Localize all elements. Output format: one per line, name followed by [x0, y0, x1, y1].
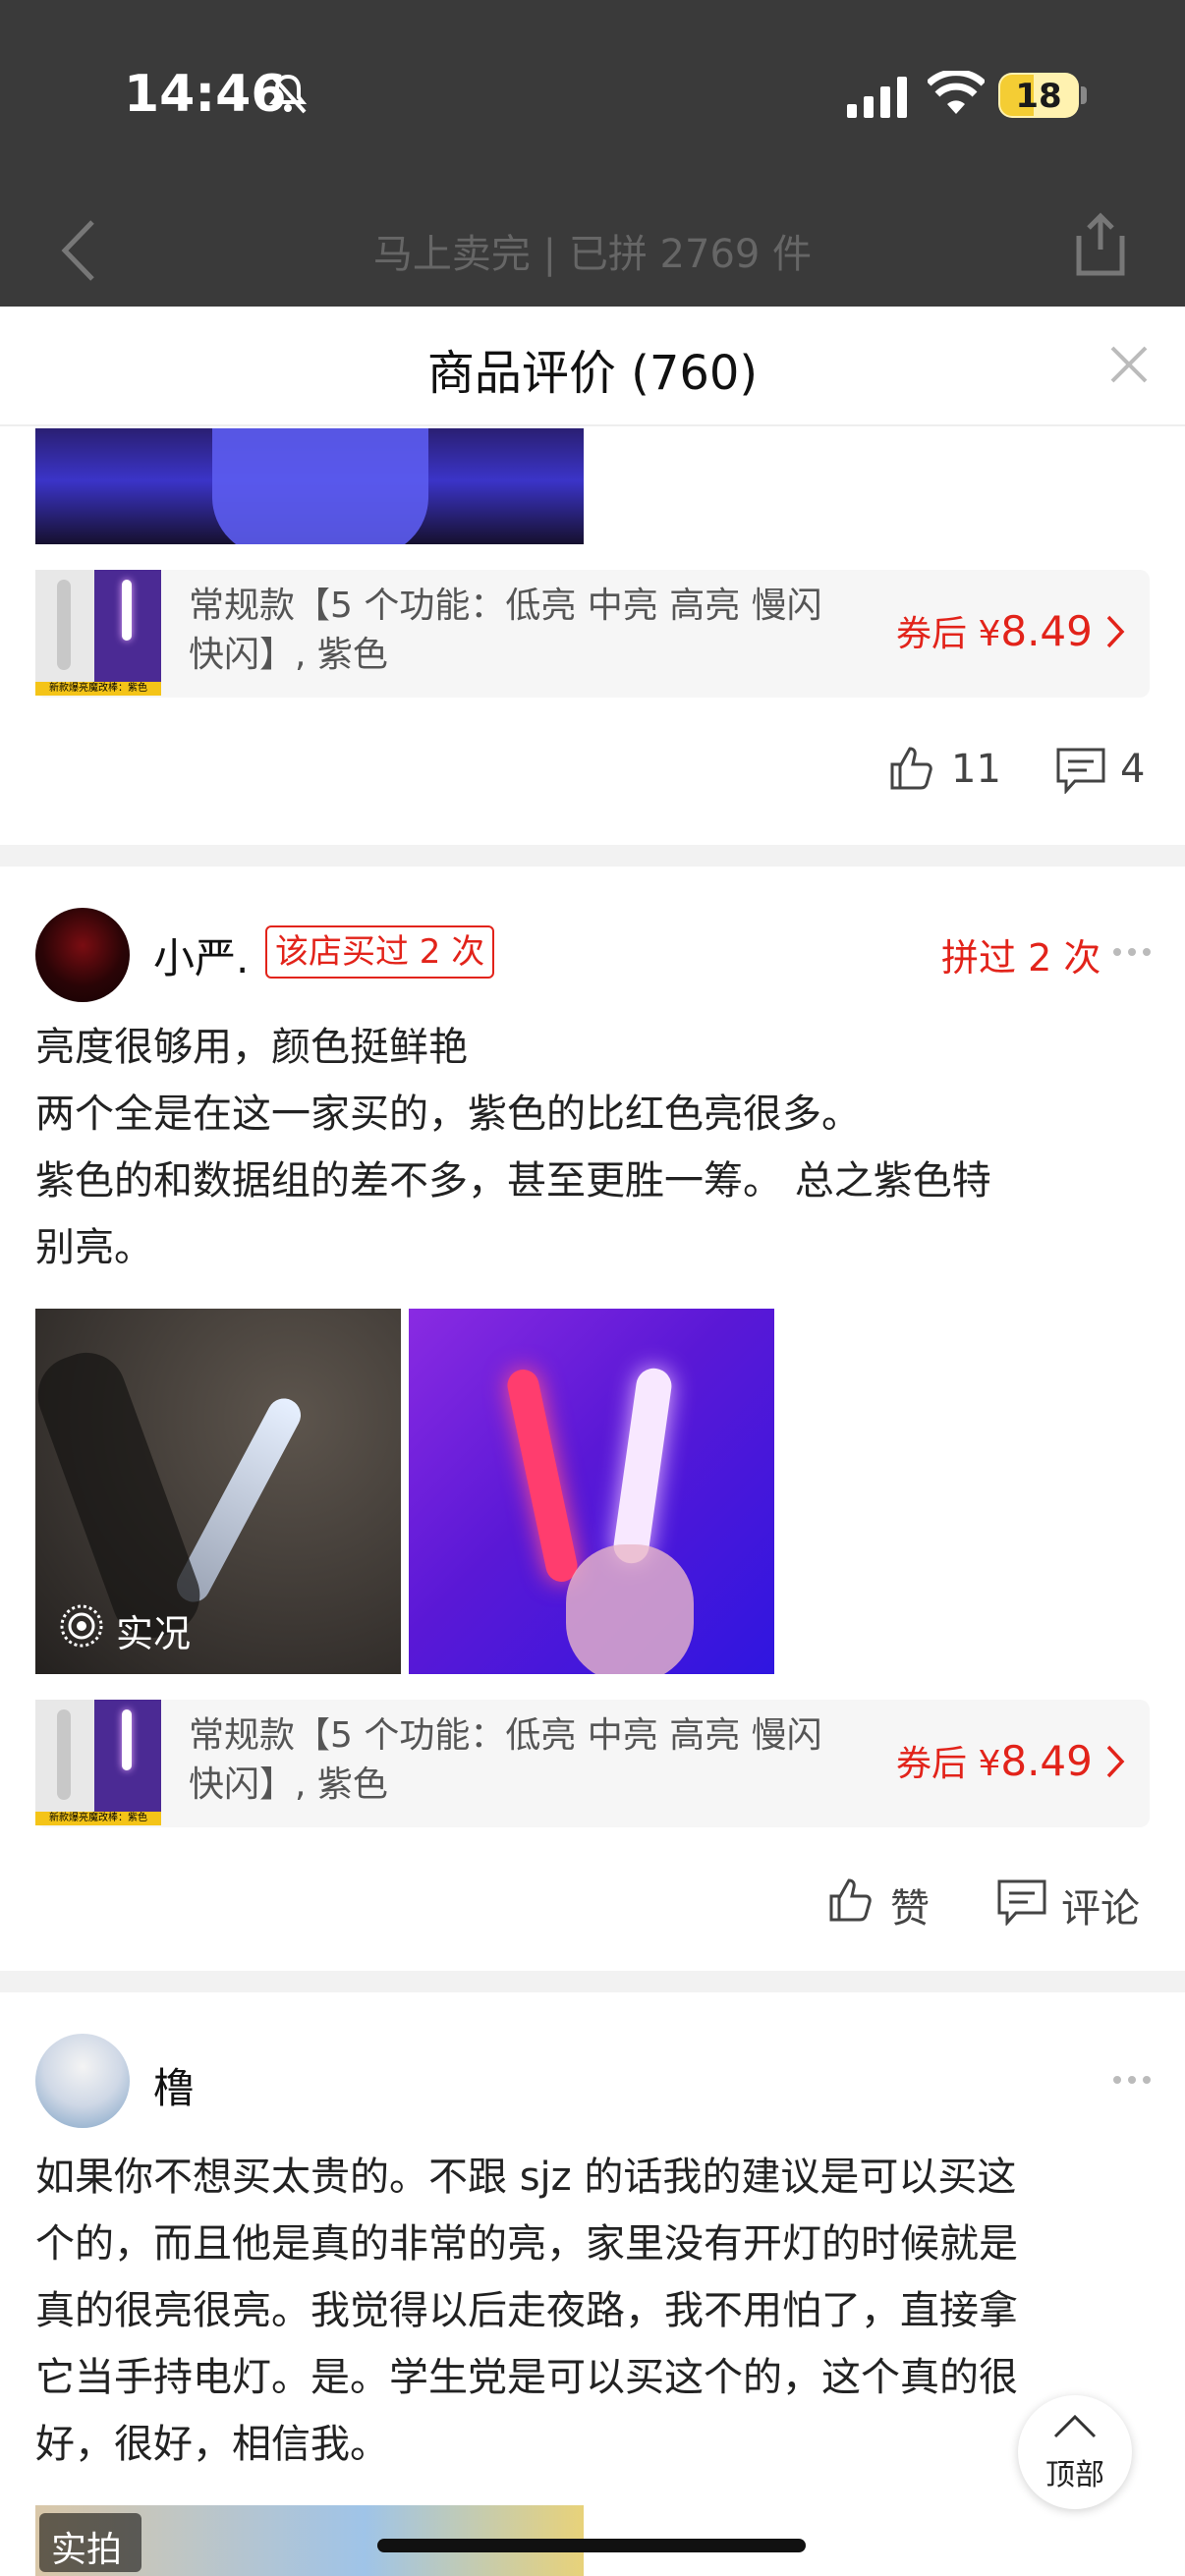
sku-thumbnail: 新款爆亮魔改棒：紫色	[35, 1700, 161, 1825]
battery-percent: 18	[1015, 77, 1062, 116]
thumbs-up-icon[interactable]	[888, 745, 935, 792]
review-photo[interactable]	[35, 428, 584, 544]
close-icon[interactable]	[1106, 342, 1152, 387]
photo-tag: 实拍	[51, 2530, 123, 2570]
sku-price: 券后 ¥8.49	[896, 607, 1093, 655]
store-purchase-badge: 该店买过 2 次	[265, 925, 495, 979]
review-text: 亮度很够用，颜色挺鲜艳 两个全是在这一家买的，紫色的比红色亮很多。 紫色的和数据…	[35, 1025, 991, 1270]
mute-bell-icon	[268, 73, 308, 114]
comment-count: 4	[1120, 747, 1146, 792]
live-photo-icon	[60, 1604, 103, 1648]
chevron-right-icon	[1106, 1745, 1125, 1778]
background-page-title: 马上卖完 | 已拼 2769 件	[372, 232, 813, 277]
review-photo[interactable]	[409, 1309, 774, 1674]
review-separator	[0, 1971, 1185, 1992]
status-time: 14:46	[124, 65, 287, 124]
more-options-icon[interactable]	[1112, 947, 1152, 957]
share-icon[interactable]	[1069, 210, 1132, 279]
username[interactable]: 橹	[153, 2055, 195, 2115]
sheet-title: 商品评价 (760)	[426, 346, 759, 401]
like-button-label[interactable]: 赞	[890, 1876, 930, 1933]
wifi-icon	[928, 71, 985, 114]
review-text: 如果你不想买太贵的。不跟 sjz 的话我的建议是可以买这 个的，而且他是真的非常…	[35, 2155, 1018, 2467]
battery-cap	[1081, 86, 1087, 104]
cellular-signal-icon	[847, 77, 907, 118]
more-options-icon[interactable]	[1112, 2075, 1152, 2085]
sku-thumbnail: 新款爆亮魔改棒：紫色	[35, 570, 161, 696]
comment-icon[interactable]	[1055, 747, 1106, 794]
comment-icon[interactable]	[996, 1878, 1047, 1926]
sku-description: 常规款【5 个功能：低亮 中亮 高亮 慢闪 快闪】, 紫色	[189, 586, 822, 675]
like-count: 11	[951, 747, 1001, 792]
sku-description: 常规款【5 个功能：低亮 中亮 高亮 慢闪 快闪】, 紫色	[189, 1715, 822, 1805]
arrow-up-icon	[1053, 2414, 1097, 2438]
comment-button-label[interactable]: 评论	[1061, 1876, 1140, 1933]
chevron-right-icon	[1106, 615, 1125, 648]
live-photo-label: 实况	[116, 1612, 192, 1655]
sku-price: 券后 ¥8.49	[896, 1737, 1093, 1785]
home-indicator	[377, 2539, 806, 2552]
sheet-divider	[0, 424, 1185, 426]
back-to-top-label[interactable]: 顶部	[1018, 2450, 1132, 2493]
avatar[interactable]	[35, 2034, 130, 2128]
username[interactable]: 小严.	[153, 925, 249, 985]
group-buy-badge: 拼过 2 次	[941, 936, 1101, 980]
avatar[interactable]	[35, 908, 130, 1002]
review-separator	[0, 845, 1185, 867]
thumbs-up-icon[interactable]	[827, 1876, 875, 1924]
